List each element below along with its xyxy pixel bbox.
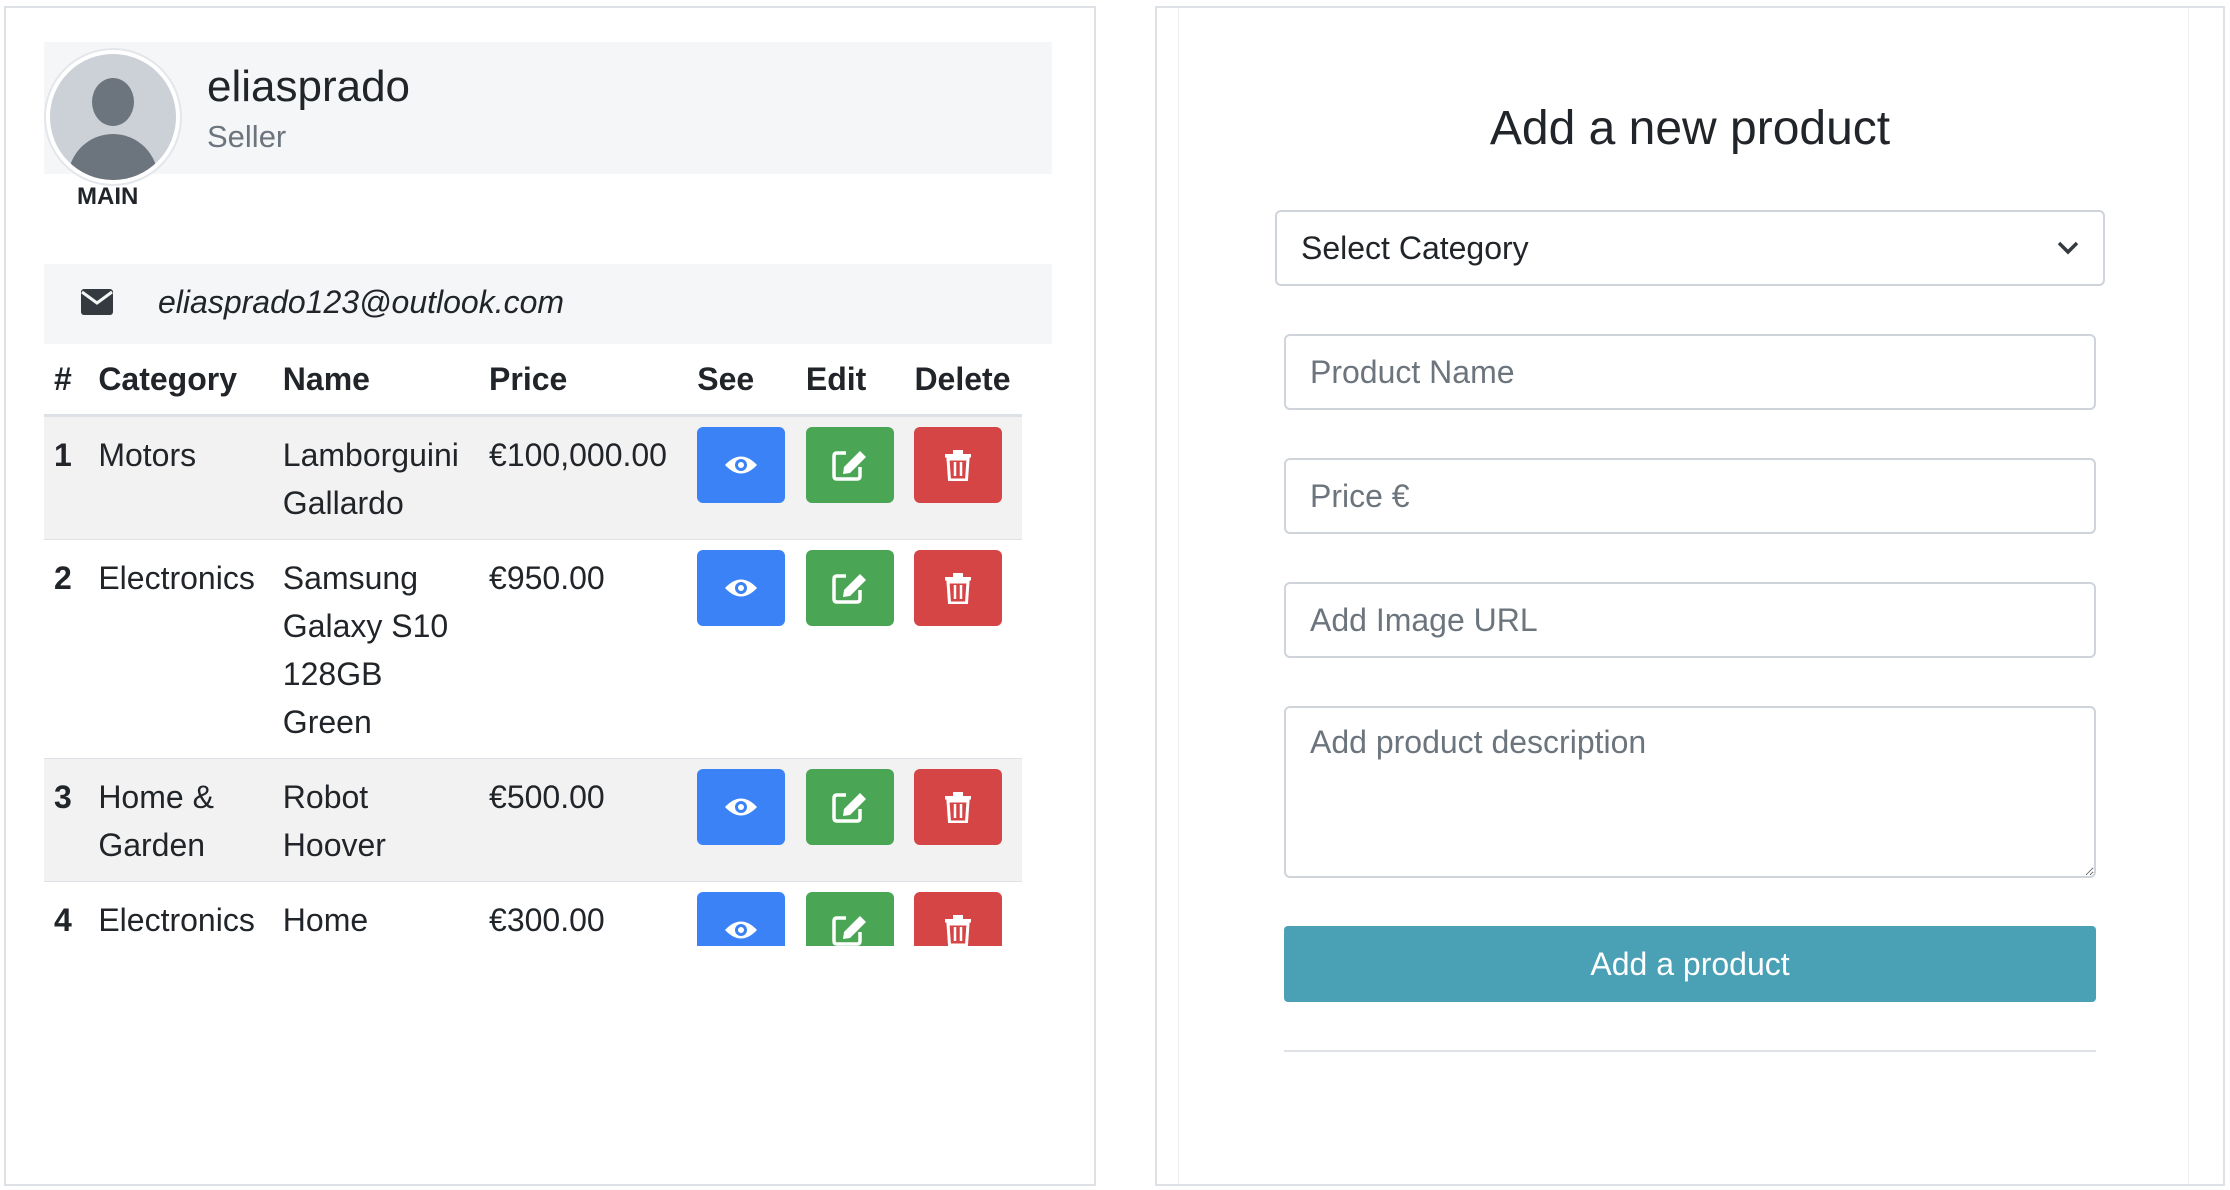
row-number: 2 xyxy=(44,539,89,759)
column-header-see: See xyxy=(687,344,796,417)
column-header-name: Name xyxy=(272,344,480,417)
edit-cell xyxy=(795,415,905,540)
username: eliasprado xyxy=(207,62,411,111)
row-name: Lamborguini Gallardo xyxy=(272,415,480,540)
email-address: eliasprado123@outlook.com xyxy=(158,284,565,320)
form-title: Add a new product xyxy=(1489,102,1891,155)
edit-button[interactable] xyxy=(805,550,894,626)
product-name-input[interactable] xyxy=(1284,334,2096,410)
delete-cell xyxy=(904,881,1022,946)
row-category: Electronics xyxy=(88,539,273,759)
row-price: €950.00 xyxy=(479,539,688,759)
row-price: €100,000.00 xyxy=(479,415,688,540)
table-row: 1 Motors Lamborguini Gallardo €100,000.0… xyxy=(44,415,1022,540)
category-select-value: Select Category xyxy=(1301,229,1529,266)
trash-icon xyxy=(945,573,972,604)
user-avatar-icon xyxy=(46,50,180,184)
column-header-edit: Edit xyxy=(795,344,905,417)
column-header-delete: Delete xyxy=(904,344,1022,417)
form-divider xyxy=(1284,1050,2096,1052)
edit-cell xyxy=(795,758,905,882)
edit-button[interactable] xyxy=(805,892,894,946)
delete-button[interactable] xyxy=(914,769,1003,845)
panel-inner-border xyxy=(2188,8,2189,1184)
price-input[interactable] xyxy=(1284,458,2096,534)
category-select[interactable]: Select Category xyxy=(1275,210,2105,286)
main-label: MAIN xyxy=(77,183,139,210)
user-role: Seller xyxy=(207,119,287,154)
delete-button[interactable] xyxy=(914,892,1003,946)
eye-icon xyxy=(725,921,758,939)
row-category: Home & Garden xyxy=(88,758,273,882)
add-product-button[interactable]: Add a product xyxy=(1284,926,2096,1002)
column-header-number: # xyxy=(44,344,89,417)
row-price: €500.00 xyxy=(479,758,688,882)
row-category: Motors xyxy=(88,415,273,540)
edit-button[interactable] xyxy=(805,427,894,503)
delete-button[interactable] xyxy=(914,427,1003,503)
see-cell xyxy=(687,539,796,759)
eye-icon xyxy=(725,456,758,474)
table-row: 2 Electronics Samsung Galaxy S10 128GB G… xyxy=(44,539,1022,759)
eye-icon xyxy=(725,579,758,597)
see-cell xyxy=(687,415,796,540)
panel-inner-border xyxy=(1178,8,1179,1184)
delete-cell xyxy=(904,758,1022,882)
column-header-price: Price xyxy=(479,344,688,417)
see-button[interactable] xyxy=(697,892,786,946)
description-textarea[interactable] xyxy=(1284,706,2096,878)
edit-button[interactable] xyxy=(805,769,894,845)
edit-cell xyxy=(795,881,905,946)
edit-cell xyxy=(795,539,905,759)
trash-icon xyxy=(945,792,972,823)
image-url-input[interactable] xyxy=(1284,582,2096,658)
delete-cell xyxy=(904,415,1022,540)
trash-icon xyxy=(945,915,972,946)
row-name: Robot Hoover xyxy=(272,758,480,882)
edit-icon xyxy=(832,574,866,604)
table-row: 3 Home & Garden Robot Hoover €500.00 xyxy=(44,758,1022,882)
row-name: Home Cinema xyxy=(272,881,480,946)
row-price: €300.00 xyxy=(479,881,688,946)
row-name: Samsung Galaxy S10 128GB Green xyxy=(272,539,480,759)
edit-icon xyxy=(832,793,866,823)
table-header-row: # Category Name Price See Edit Delete xyxy=(44,344,1022,417)
see-button[interactable] xyxy=(697,550,786,626)
column-header-category: Category xyxy=(88,344,273,417)
row-number: 1 xyxy=(44,415,89,540)
trash-icon xyxy=(945,450,972,481)
edit-icon xyxy=(832,451,866,481)
see-cell xyxy=(687,758,796,882)
row-number: 4 xyxy=(44,881,89,946)
see-button[interactable] xyxy=(697,769,786,845)
row-number: 3 xyxy=(44,758,89,882)
delete-button[interactable] xyxy=(914,550,1003,626)
chevron-down-icon xyxy=(2057,241,2079,255)
row-category: Electronics xyxy=(88,881,273,946)
see-button[interactable] xyxy=(697,427,786,503)
edit-icon xyxy=(832,916,866,946)
eye-icon xyxy=(725,798,758,816)
envelope-icon xyxy=(81,289,113,315)
profile-header xyxy=(44,42,1052,174)
see-cell xyxy=(687,881,796,946)
product-table-container[interactable]: # Category Name Price See Edit Delete 1 … xyxy=(44,344,1052,946)
product-table: # Category Name Price See Edit Delete 1 … xyxy=(44,344,1022,946)
table-row: 4 Electronics Home Cinema €300.00 xyxy=(44,881,1022,946)
delete-cell xyxy=(904,539,1022,759)
